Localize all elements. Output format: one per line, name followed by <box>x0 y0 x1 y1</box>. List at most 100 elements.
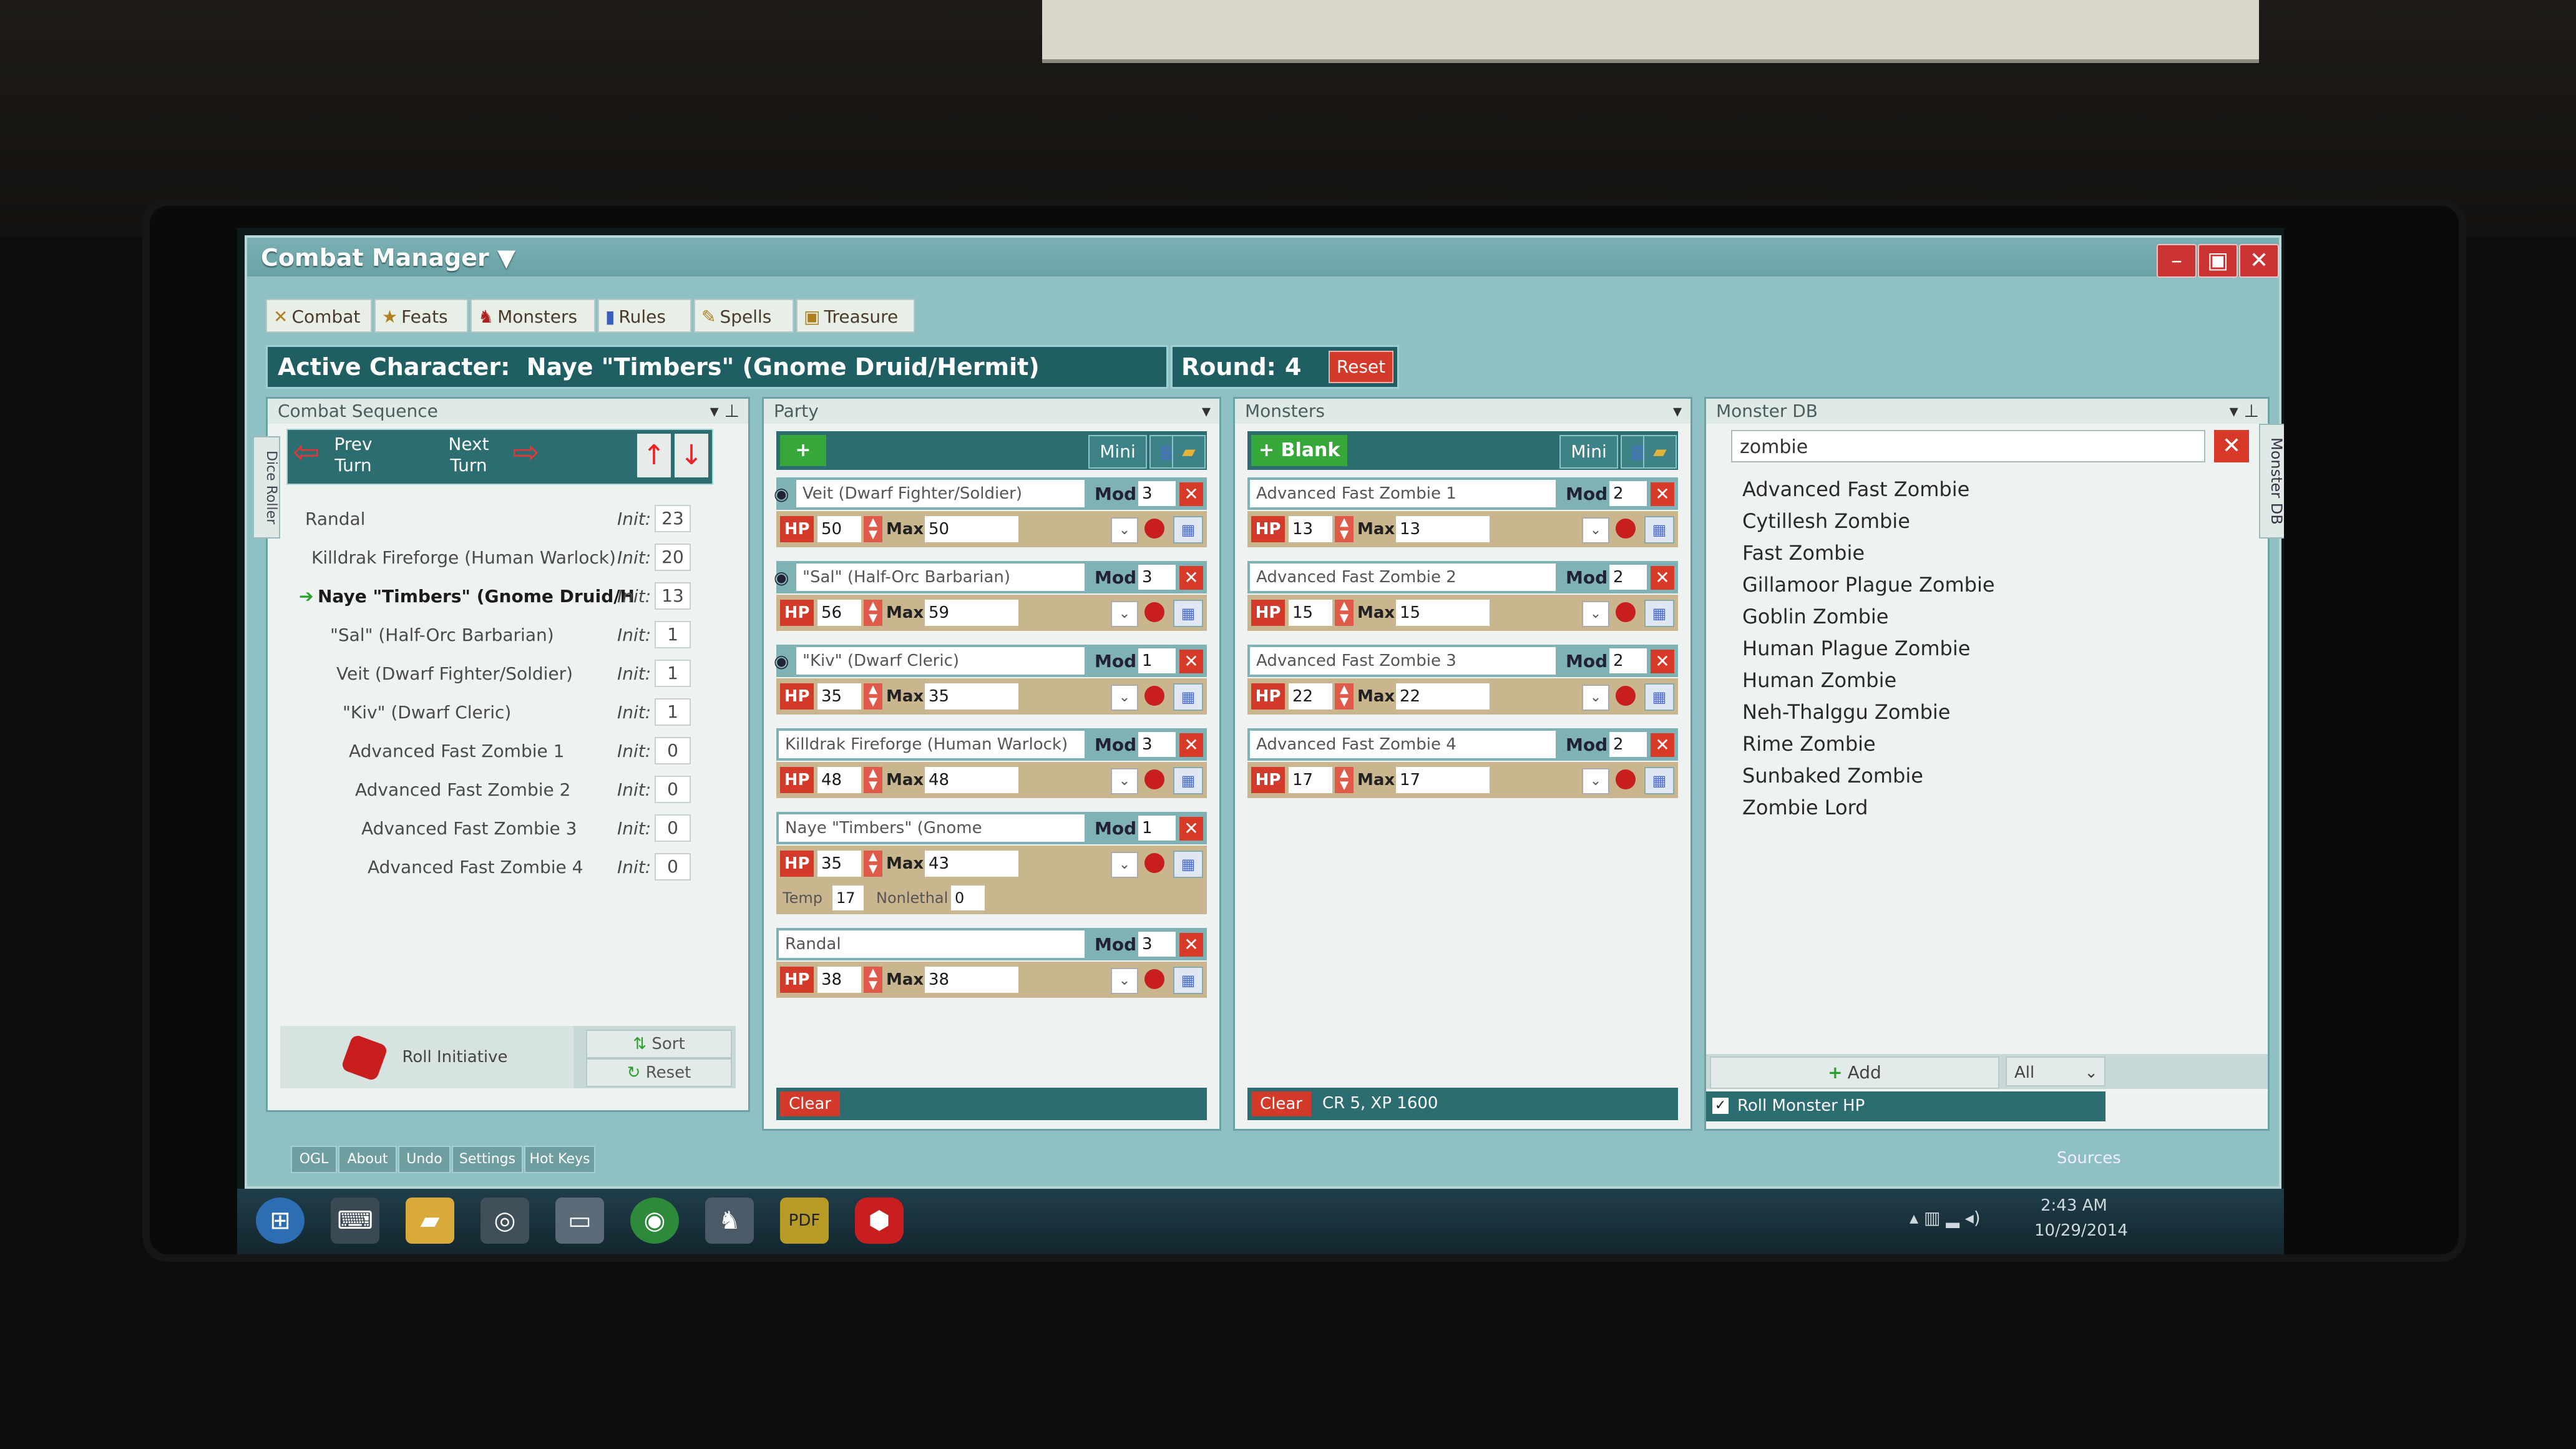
max-hp-value[interactable]: 43 <box>925 851 1018 877</box>
member-name[interactable]: Killdrak Fireforge (Human Warlock) <box>779 731 1085 758</box>
init-value[interactable]: 0 <box>655 737 691 764</box>
sequence-row[interactable]: Killdrak Fireforge (Human Warlock) Init: 2… <box>280 537 736 576</box>
chevron-down-icon[interactable]: ⌄ <box>1582 601 1609 627</box>
folder-icon[interactable]: ▰ <box>1643 435 1677 469</box>
sort-button[interactable]: ⇅ Sort <box>586 1030 732 1058</box>
sequence-row[interactable]: "Kiv" (Dwarf Cleric) Init: 1 <box>280 692 736 731</box>
remove-icon[interactable]: ✕ <box>1651 733 1674 757</box>
hp-stepper[interactable]: ▲ ▼ <box>864 516 882 542</box>
sequence-row[interactable]: "Sal" (Half-Orc Barbarian) Init: 1 <box>280 615 736 653</box>
remove-icon[interactable]: ✕ <box>1179 933 1203 957</box>
remove-icon[interactable]: ✕ <box>1179 566 1203 590</box>
init-value[interactable]: 0 <box>655 853 691 881</box>
member-name[interactable]: "Sal" (Half-Orc Barbarian) <box>796 564 1085 591</box>
hp-stepper[interactable]: ▲ ▼ <box>1335 683 1354 710</box>
dropdown-icon[interactable]: ▾ <box>1673 399 1682 424</box>
reset-sequence-button[interactable]: ↻ Reset <box>586 1058 732 1087</box>
sheet-icon[interactable]: ▦ <box>1644 516 1674 544</box>
member-name[interactable]: Randal <box>779 930 1085 958</box>
hp-stepper[interactable]: ▲ ▼ <box>864 967 882 993</box>
hp-stepper[interactable]: ▲ ▼ <box>864 600 882 626</box>
chevron-down-icon[interactable]: ⌄ <box>1111 517 1138 544</box>
folder-icon[interactable]: ▰ <box>406 1198 454 1244</box>
tab-spells[interactable]: ✎ Spells <box>694 299 794 333</box>
sheet-icon[interactable]: ▦ <box>1173 967 1203 994</box>
max-hp-value[interactable]: 17 <box>1396 767 1490 793</box>
hot-keys-tab[interactable]: Hot Keys <box>524 1146 595 1173</box>
temp-hp-value[interactable]: 17 <box>832 886 864 910</box>
keyboard-icon[interactable]: ⌨ <box>331 1198 379 1244</box>
roll-initiative-button[interactable]: Roll Initiative <box>280 1026 573 1088</box>
hp-stepper[interactable]: ▲ ▼ <box>1335 767 1354 793</box>
mod-value[interactable]: 1 <box>1138 648 1176 673</box>
clock-date[interactable]: 10/29/2014 <box>2034 1221 2128 1240</box>
sheet-icon[interactable]: ▦ <box>1173 600 1203 627</box>
add-party-member-button[interactable]: + <box>780 435 826 466</box>
tab-combat[interactable]: ✕ Combat <box>266 299 372 333</box>
list-item[interactable]: Sunbaked Zombie <box>1731 760 2249 792</box>
die-icon[interactable] <box>1144 853 1164 873</box>
hp-stepper[interactable]: ▲ ▼ <box>864 851 882 877</box>
hp-stepper[interactable]: ▲ ▼ <box>864 767 882 793</box>
die-icon[interactable] <box>1616 519 1636 539</box>
remove-icon[interactable]: ✕ <box>1179 482 1203 506</box>
about-tab[interactable]: About <box>338 1146 397 1173</box>
die-icon[interactable] <box>1616 686 1636 706</box>
init-value[interactable]: 20 <box>655 544 691 571</box>
die-icon[interactable] <box>1144 686 1164 706</box>
chrome-icon[interactable]: ◉ <box>630 1198 679 1244</box>
monster-name[interactable]: Advanced Fast Zombie 3 <box>1250 647 1556 675</box>
maximize-icon[interactable]: ▣ <box>2198 244 2238 278</box>
hp-stepper[interactable]: ▲ ▼ <box>1335 516 1354 542</box>
mod-value[interactable]: 2 <box>1609 732 1647 757</box>
clock-time[interactable]: 2:43 AM <box>2041 1196 2107 1215</box>
media-icon[interactable]: ◎ <box>481 1198 529 1244</box>
monster-name[interactable]: Advanced Fast Zombie 1 <box>1250 480 1556 507</box>
hp-value[interactable]: 22 <box>1289 683 1332 710</box>
init-value[interactable]: 1 <box>655 621 691 648</box>
member-name[interactable]: "Kiv" (Dwarf Cleric) <box>796 647 1085 675</box>
chevron-down-icon[interactable]: ⌄ <box>1111 601 1138 627</box>
sheet-icon[interactable]: ▦ <box>1173 767 1203 794</box>
chevron-down-icon[interactable]: ⌄ <box>1111 768 1138 794</box>
init-value[interactable]: 1 <box>655 698 691 726</box>
sheet-icon[interactable]: ▦ <box>1644 600 1674 627</box>
monsters-mini-button[interactable]: Mini <box>1559 435 1618 469</box>
undo-tab[interactable]: Undo <box>398 1146 451 1173</box>
sequence-row[interactable]: Advanced Fast Zombie 1 Init: 0 <box>280 731 736 769</box>
mod-value[interactable]: 2 <box>1609 565 1647 590</box>
add-count-select[interactable]: All ⌄ <box>2006 1056 2105 1086</box>
sequence-row[interactable]: Veit (Dwarf Fighter/Soldier) Init: 1 <box>280 653 736 692</box>
monster-name[interactable]: Advanced Fast Zombie 4 <box>1250 731 1556 758</box>
close-icon[interactable]: ✕ <box>2239 244 2279 278</box>
max-hp-value[interactable]: 35 <box>925 683 1018 710</box>
die-icon[interactable] <box>1616 769 1636 789</box>
roll-monster-hp-checkbox[interactable]: ✓ <box>1712 1098 1729 1114</box>
ogl-tab[interactable]: OGL <box>291 1146 337 1173</box>
pin-icon[interactable]: ▾ ⊥ <box>710 399 739 424</box>
remove-icon[interactable]: ✕ <box>1651 482 1674 506</box>
monster-db-side-tab[interactable]: Monster DB <box>2259 424 2284 539</box>
init-value[interactable]: 1 <box>655 660 691 687</box>
max-hp-value[interactable]: 48 <box>925 767 1018 793</box>
chevron-down-icon[interactable]: ⌄ <box>1582 768 1609 794</box>
eye-icon[interactable]: ◉ <box>774 651 789 671</box>
mod-value[interactable]: 1 <box>1138 816 1176 841</box>
hp-value[interactable]: 13 <box>1289 516 1332 542</box>
settings-tab[interactable]: Settings <box>452 1146 523 1173</box>
die-icon[interactable] <box>1144 769 1164 789</box>
chevron-down-icon[interactable]: ⌄ <box>1582 517 1609 544</box>
max-hp-value[interactable]: 38 <box>925 967 1018 993</box>
title-bar[interactable]: Combat Manager ▼ – ▣ ✕ <box>247 238 2279 278</box>
list-item[interactable]: Rime Zombie <box>1731 728 2249 760</box>
sequence-row[interactable]: Advanced Fast Zombie 4 Init: 0 <box>280 847 736 886</box>
nonlethal-value[interactable]: 0 <box>951 886 985 910</box>
combat-manager-icon[interactable]: ⬢ <box>855 1198 904 1244</box>
list-item[interactable]: Zombie Lord <box>1731 792 2249 824</box>
member-name[interactable]: Naye "Timbers" (Gnome Druid/Hermit) <box>779 814 1085 865</box>
list-item[interactable]: Goblin Zombie <box>1731 601 2249 633</box>
die-icon[interactable] <box>1144 602 1164 622</box>
list-item[interactable]: Fast Zombie <box>1731 537 2249 569</box>
prev-turn-button[interactable]: Prev Turn <box>319 434 388 479</box>
add-monster-button[interactable]: + Add <box>1710 1056 1999 1089</box>
